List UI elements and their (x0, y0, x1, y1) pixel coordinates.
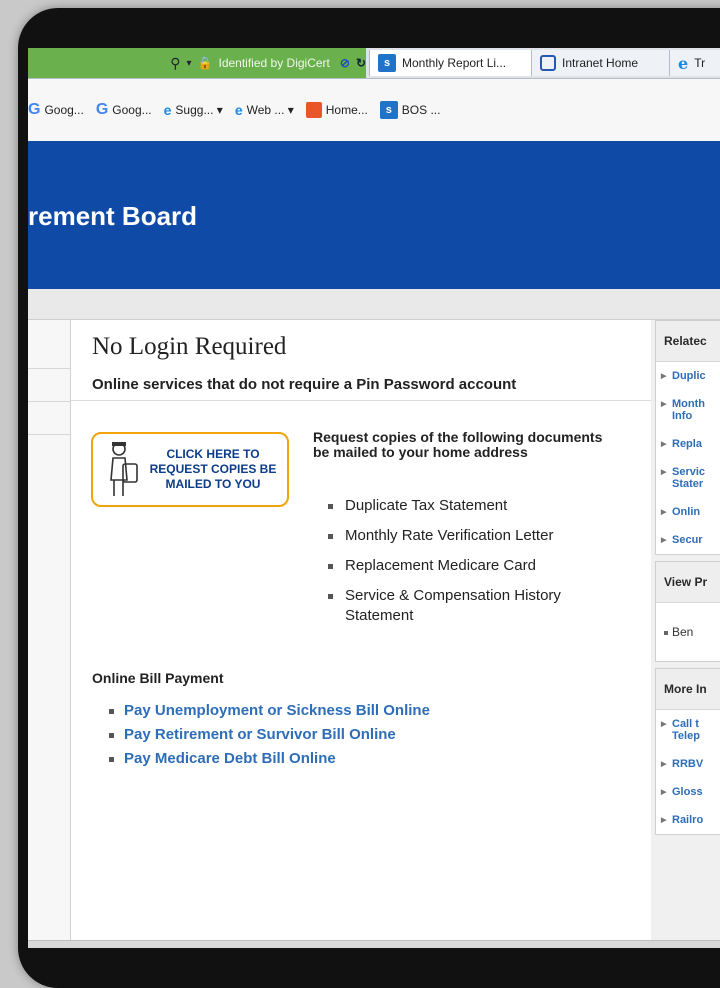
stop-icon[interactable]: ⊘ (340, 56, 350, 70)
tab-label: Monthly Report Li... (402, 56, 507, 70)
related-link[interactable]: Repla (656, 430, 720, 458)
divider (71, 400, 651, 401)
request-copies-button[interactable]: CLICK HERE TO REQUEST COPIES BE MAILED T… (91, 432, 289, 507)
list-item: Service & Compensation History Statement (326, 586, 626, 626)
more-info-link[interactable]: RRBV (656, 750, 720, 778)
tab-label: Tr (694, 56, 706, 70)
dropdown-icon[interactable]: ▾ (187, 58, 192, 69)
list-item: Pay Unemployment or Sickness Bill Online (107, 701, 430, 721)
bill-payment-heading: Online Bill Payment (92, 670, 224, 686)
search-icon[interactable]: ⚲ (170, 55, 180, 72)
right-sidebar: Relatec Duplic Month Info Repla Servic S… (651, 320, 720, 940)
google-icon: G (95, 101, 109, 118)
favorite-label: Goog... (112, 103, 152, 117)
ie-icon: e (678, 53, 689, 73)
tab-intranet-home[interactable]: Intranet Home (531, 50, 685, 76)
tab-partial[interactable]: e Tr (669, 50, 720, 76)
tab-monthly-report[interactable]: s Monthly Report Li... (369, 50, 547, 76)
related-heading: Relatec (656, 321, 720, 362)
favorite-label: Web ... ▾ (246, 103, 294, 117)
lock-icon: 🔒 (197, 56, 213, 70)
address-bar[interactable]: ⚲ ▾ 🔒 Identified by DigiCert ⊘ ↻ (28, 48, 366, 78)
list-item: Pay Medicare Debt Bill Online (107, 749, 430, 769)
tab-label: Intranet Home (562, 56, 639, 70)
related-link[interactable]: Secur (656, 526, 720, 554)
related-link[interactable]: Servic Stater (656, 458, 720, 498)
site-header: rement Board (28, 141, 720, 289)
refresh-icon[interactable]: ↻ (356, 56, 366, 70)
ie-icon: e (163, 102, 172, 118)
related-link[interactable]: Month Info (656, 390, 720, 430)
left-nav-item[interactable] (28, 402, 70, 435)
browser-tab-bar: ⚲ ▾ 🔒 Identified by DigiCert ⊘ ↻ s Month… (28, 48, 720, 79)
pay-medicare-link[interactable]: Pay Medicare Debt Bill Online (124, 750, 336, 767)
related-box: Relatec Duplic Month Info Repla Servic S… (655, 320, 720, 555)
bill-payment-list: Pay Unemployment or Sickness Bill Online… (107, 701, 430, 773)
favorite-google-1[interactable]: G Goog... (28, 101, 84, 119)
pay-retirement-link[interactable]: Pay Retirement or Survivor Bill Online (124, 726, 396, 743)
favorite-label: Home... (325, 103, 368, 117)
page-title: No Login Required (92, 333, 287, 360)
home-icon (305, 102, 322, 118)
view-heading: View Pr (656, 562, 720, 603)
sharepoint-icon: s (379, 101, 398, 119)
favorite-label: Goog... (44, 103, 84, 117)
left-nav (28, 320, 71, 940)
browser-window: ⚲ ▾ 🔒 Identified by DigiCert ⊘ ↻ s Month… (28, 48, 720, 948)
request-copies-label: CLICK HERE TO REQUEST COPIES BE MAILED T… (143, 447, 287, 492)
certificate-text[interactable]: Identified by DigiCert (218, 56, 329, 70)
page-subtitle: Online services that do not require a Pi… (92, 376, 517, 393)
favorite-home[interactable]: Home... (305, 102, 368, 118)
request-intro: Request copies of the following document… (313, 429, 603, 460)
list-item: Monthly Rate Verification Letter (326, 526, 626, 546)
left-nav-item[interactable] (28, 320, 70, 369)
related-link[interactable]: Onlin (656, 498, 720, 526)
pay-unemployment-link[interactable]: Pay Unemployment or Sickness Bill Online (124, 702, 430, 719)
related-link[interactable]: Duplic (656, 362, 720, 390)
document-list: Duplicate Tax Statement Monthly Rate Ver… (326, 496, 626, 636)
sharepoint-icon: s (378, 54, 396, 72)
main-content: No Login Required Online services that d… (71, 320, 652, 940)
favorite-label: BOS ... (401, 103, 441, 117)
left-nav-item[interactable] (28, 369, 70, 402)
status-bar (28, 940, 720, 948)
favorite-google-2[interactable]: G Goog... (96, 101, 152, 119)
view-item[interactable]: Ben (656, 603, 720, 661)
ie-icon: e (234, 102, 243, 118)
favorite-web[interactable]: e Web ... ▾ (235, 102, 294, 118)
list-item: Replacement Medicare Card (326, 556, 626, 576)
favorites-bar: G Goog... G Goog... e Sugg... ▾ e Web ..… (28, 79, 720, 142)
cta-text: CLICK HERE TO REQUEST COPIES BE MAILED T… (149, 447, 277, 491)
intranet-icon (540, 55, 556, 71)
more-info-box: More In Call t Telep RRBV Gloss Railro (655, 668, 720, 835)
more-info-heading: More In (656, 669, 720, 710)
more-info-link[interactable]: Call t Telep (656, 710, 720, 750)
mail-carrier-icon (110, 441, 138, 496)
list-item: Pay Retirement or Survivor Bill Online (107, 725, 430, 745)
view-box: View Pr Ben (655, 561, 720, 662)
nav-strip (28, 289, 720, 320)
favorite-bos[interactable]: s BOS ... (379, 101, 441, 119)
list-item: Duplicate Tax Statement (326, 496, 626, 516)
google-icon: G (28, 101, 41, 118)
more-info-link[interactable]: Railro (656, 806, 720, 834)
favorite-label: Sugg... ▾ (175, 103, 223, 117)
device-frame: ⚲ ▾ 🔒 Identified by DigiCert ⊘ ↻ s Month… (18, 8, 720, 988)
more-info-link[interactable]: Gloss (656, 778, 720, 806)
favorite-suggested[interactable]: e Sugg... ▾ (164, 102, 223, 118)
site-title: rement Board (28, 201, 198, 231)
